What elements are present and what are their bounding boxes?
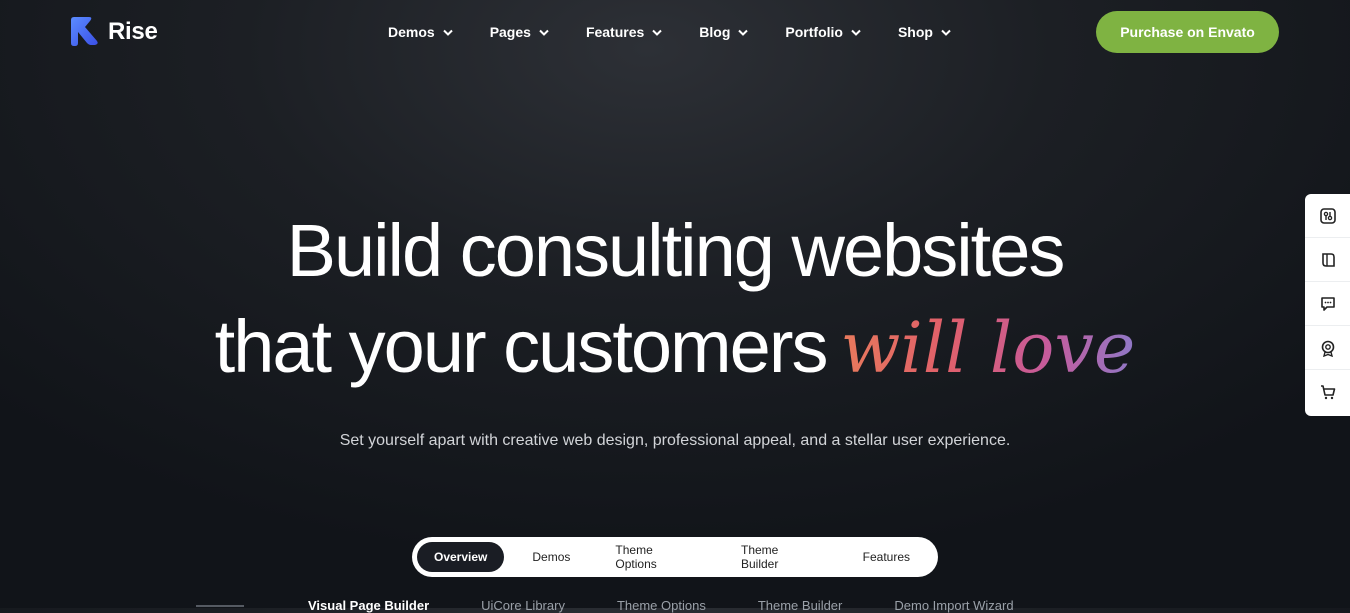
- side-cart-button[interactable]: [1305, 370, 1350, 414]
- chevron-down-icon: [442, 29, 453, 36]
- settings-sliders-icon: [1319, 207, 1336, 224]
- site-header: Rise Demos Pages Features Blog Portfolio…: [0, 0, 1350, 66]
- side-support-button[interactable]: [1305, 282, 1350, 326]
- subtab-theme-options[interactable]: Theme Options: [617, 598, 706, 613]
- feature-tabs: Overview Demos Theme Options Theme Build…: [412, 537, 938, 577]
- nav-item-features[interactable]: Features: [585, 24, 663, 40]
- tab-features[interactable]: Features: [846, 542, 927, 572]
- hero-title-script: will love: [840, 307, 1136, 389]
- side-docs-button[interactable]: [1305, 238, 1350, 282]
- nav-label: Portfolio: [785, 24, 843, 40]
- subtab-theme-builder[interactable]: Theme Builder: [758, 598, 843, 613]
- logo[interactable]: Rise: [69, 16, 158, 47]
- nav-item-demos[interactable]: Demos: [388, 24, 453, 40]
- purchase-button[interactable]: Purchase on Envato: [1096, 11, 1279, 53]
- side-settings-button[interactable]: [1305, 194, 1350, 238]
- subtab-demo-import-wizard[interactable]: Demo Import Wizard: [894, 598, 1013, 613]
- feature-subtabs: Visual Page Builder UiCore Library Theme…: [308, 598, 1066, 613]
- tab-demos[interactable]: Demos: [515, 542, 587, 572]
- nav-label: Shop: [897, 24, 933, 40]
- nav-label: Demos: [388, 24, 435, 40]
- nav-item-shop[interactable]: Shop: [898, 24, 951, 40]
- tab-theme-options[interactable]: Theme Options: [598, 542, 713, 572]
- chat-icon: [1320, 296, 1335, 311]
- nav-item-blog[interactable]: Blog: [699, 24, 749, 40]
- chevron-down-icon: [652, 29, 663, 36]
- nav-item-pages[interactable]: Pages: [490, 24, 549, 40]
- side-awards-button[interactable]: [1305, 326, 1350, 370]
- chevron-down-icon: [738, 29, 749, 36]
- logo-text: Rise: [108, 17, 158, 45]
- tab-overview[interactable]: Overview: [417, 542, 505, 572]
- hero-subtitle: Set yourself apart with creative web des…: [339, 432, 1011, 449]
- rise-logo-icon: [71, 17, 98, 46]
- chevron-down-icon: [851, 29, 861, 36]
- nav-label: Features: [585, 24, 645, 40]
- nav-label: Pages: [489, 24, 531, 40]
- hero-title-line2: that your customers will love: [0, 304, 1350, 389]
- subtab-visual-page-builder[interactable]: Visual Page Builder: [308, 598, 429, 613]
- award-icon: [1321, 340, 1334, 357]
- main-nav: Demos Pages Features Blog Portfolio Shop: [388, 24, 951, 40]
- cart-icon: [1320, 385, 1335, 400]
- subtab-uicore-library[interactable]: UiCore Library: [481, 598, 565, 613]
- chevron-down-icon: [941, 29, 951, 36]
- book-icon: [1321, 252, 1335, 267]
- hero-title-line1: Build consulting websites: [286, 209, 1066, 292]
- side-toolbar: [1305, 194, 1350, 416]
- tab-theme-builder[interactable]: Theme Builder: [724, 542, 835, 572]
- nav-item-portfolio[interactable]: Portfolio: [785, 24, 861, 40]
- chevron-down-icon: [539, 29, 549, 36]
- hero-title-plain: that your customers: [214, 305, 829, 388]
- divider: [196, 605, 244, 607]
- nav-label: Blog: [699, 24, 731, 40]
